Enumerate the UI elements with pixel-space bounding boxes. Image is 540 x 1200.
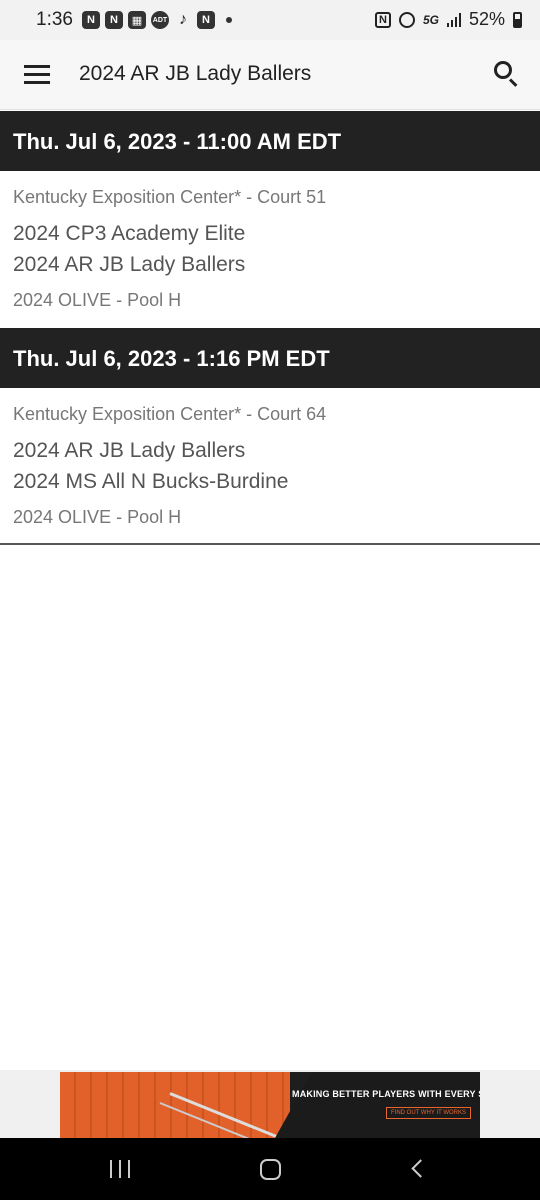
search-icon[interactable] — [494, 61, 520, 87]
ad-dark-panel — [275, 1072, 480, 1138]
status-bar: 1:36 N N ▦ ADT ♪ N N 5G 52% — [0, 0, 540, 40]
team-name: 2024 CP3 Academy Elite — [13, 222, 246, 245]
system-nav-bar — [0, 1138, 540, 1200]
app-bar: 2024 AR JB Lady Ballers — [0, 40, 540, 110]
date-header: Thu. Jul 6, 2023 - 1:16 PM EDT — [0, 328, 540, 388]
game-card[interactable]: Kentucky Exposition Center* - Court 51 2… — [0, 171, 540, 328]
pool-label: 2024 OLIVE - Pool H — [13, 507, 182, 527]
venue-label: Kentucky Exposition Center* - Court 51 — [13, 187, 327, 207]
nfc-icon: N — [374, 11, 391, 28]
venue-label: Kentucky Exposition Center* - Court 64 — [13, 404, 327, 424]
date-header: Thu. Jul 6, 2023 - 11:00 AM EDT — [0, 111, 540, 171]
ad-cta-button[interactable]: FIND OUT WHY IT WORKS — [386, 1107, 472, 1119]
signal-icon — [446, 12, 461, 27]
ad-headline: MAKING BETTER PLAYERS WITH EVERY SHOT — [292, 1089, 480, 1099]
team-name: 2024 AR JB Lady Ballers — [13, 439, 246, 462]
tiktok-icon: ♪ — [179, 11, 187, 28]
alarm-icon — [398, 11, 415, 28]
pool-label: 2024 OLIVE - Pool H — [13, 290, 182, 310]
notification-icons: N N ▦ ADT ♪ N — [82, 11, 232, 29]
back-icon[interactable] — [411, 1159, 430, 1178]
ad-area: MAKING BETTER PLAYERS WITH EVERY SHOT FI… — [0, 1070, 540, 1138]
status-time: 1:36 — [36, 9, 73, 30]
ad-banner[interactable]: MAKING BETTER PLAYERS WITH EVERY SHOT FI… — [60, 1072, 480, 1138]
game-list: Thu. Jul 6, 2023 - 11:00 AM EDT Kentucky… — [0, 111, 540, 545]
n-app-icon: N — [82, 11, 100, 29]
status-right: N 5G 52% — [374, 9, 522, 30]
battery-percent: 52% — [468, 9, 505, 29]
recents-icon[interactable] — [110, 1160, 130, 1178]
page-title: 2024 AR JB Lady Ballers — [79, 62, 312, 85]
menu-icon[interactable] — [24, 65, 50, 85]
network-type: 5G — [422, 12, 439, 27]
team-name: 2024 AR JB Lady Ballers — [13, 253, 246, 276]
battery-icon — [513, 11, 522, 28]
calendar-icon: ▦ — [128, 11, 146, 29]
home-icon[interactable] — [260, 1159, 281, 1180]
n-app-icon: N — [197, 11, 215, 29]
game-card[interactable]: Kentucky Exposition Center* - Court 64 2… — [0, 388, 540, 545]
more-notifications-dot — [226, 17, 232, 23]
adt-icon: ADT — [151, 11, 169, 29]
team-name: 2024 MS All N Bucks-Burdine — [13, 470, 289, 493]
n-app-icon: N — [105, 11, 123, 29]
